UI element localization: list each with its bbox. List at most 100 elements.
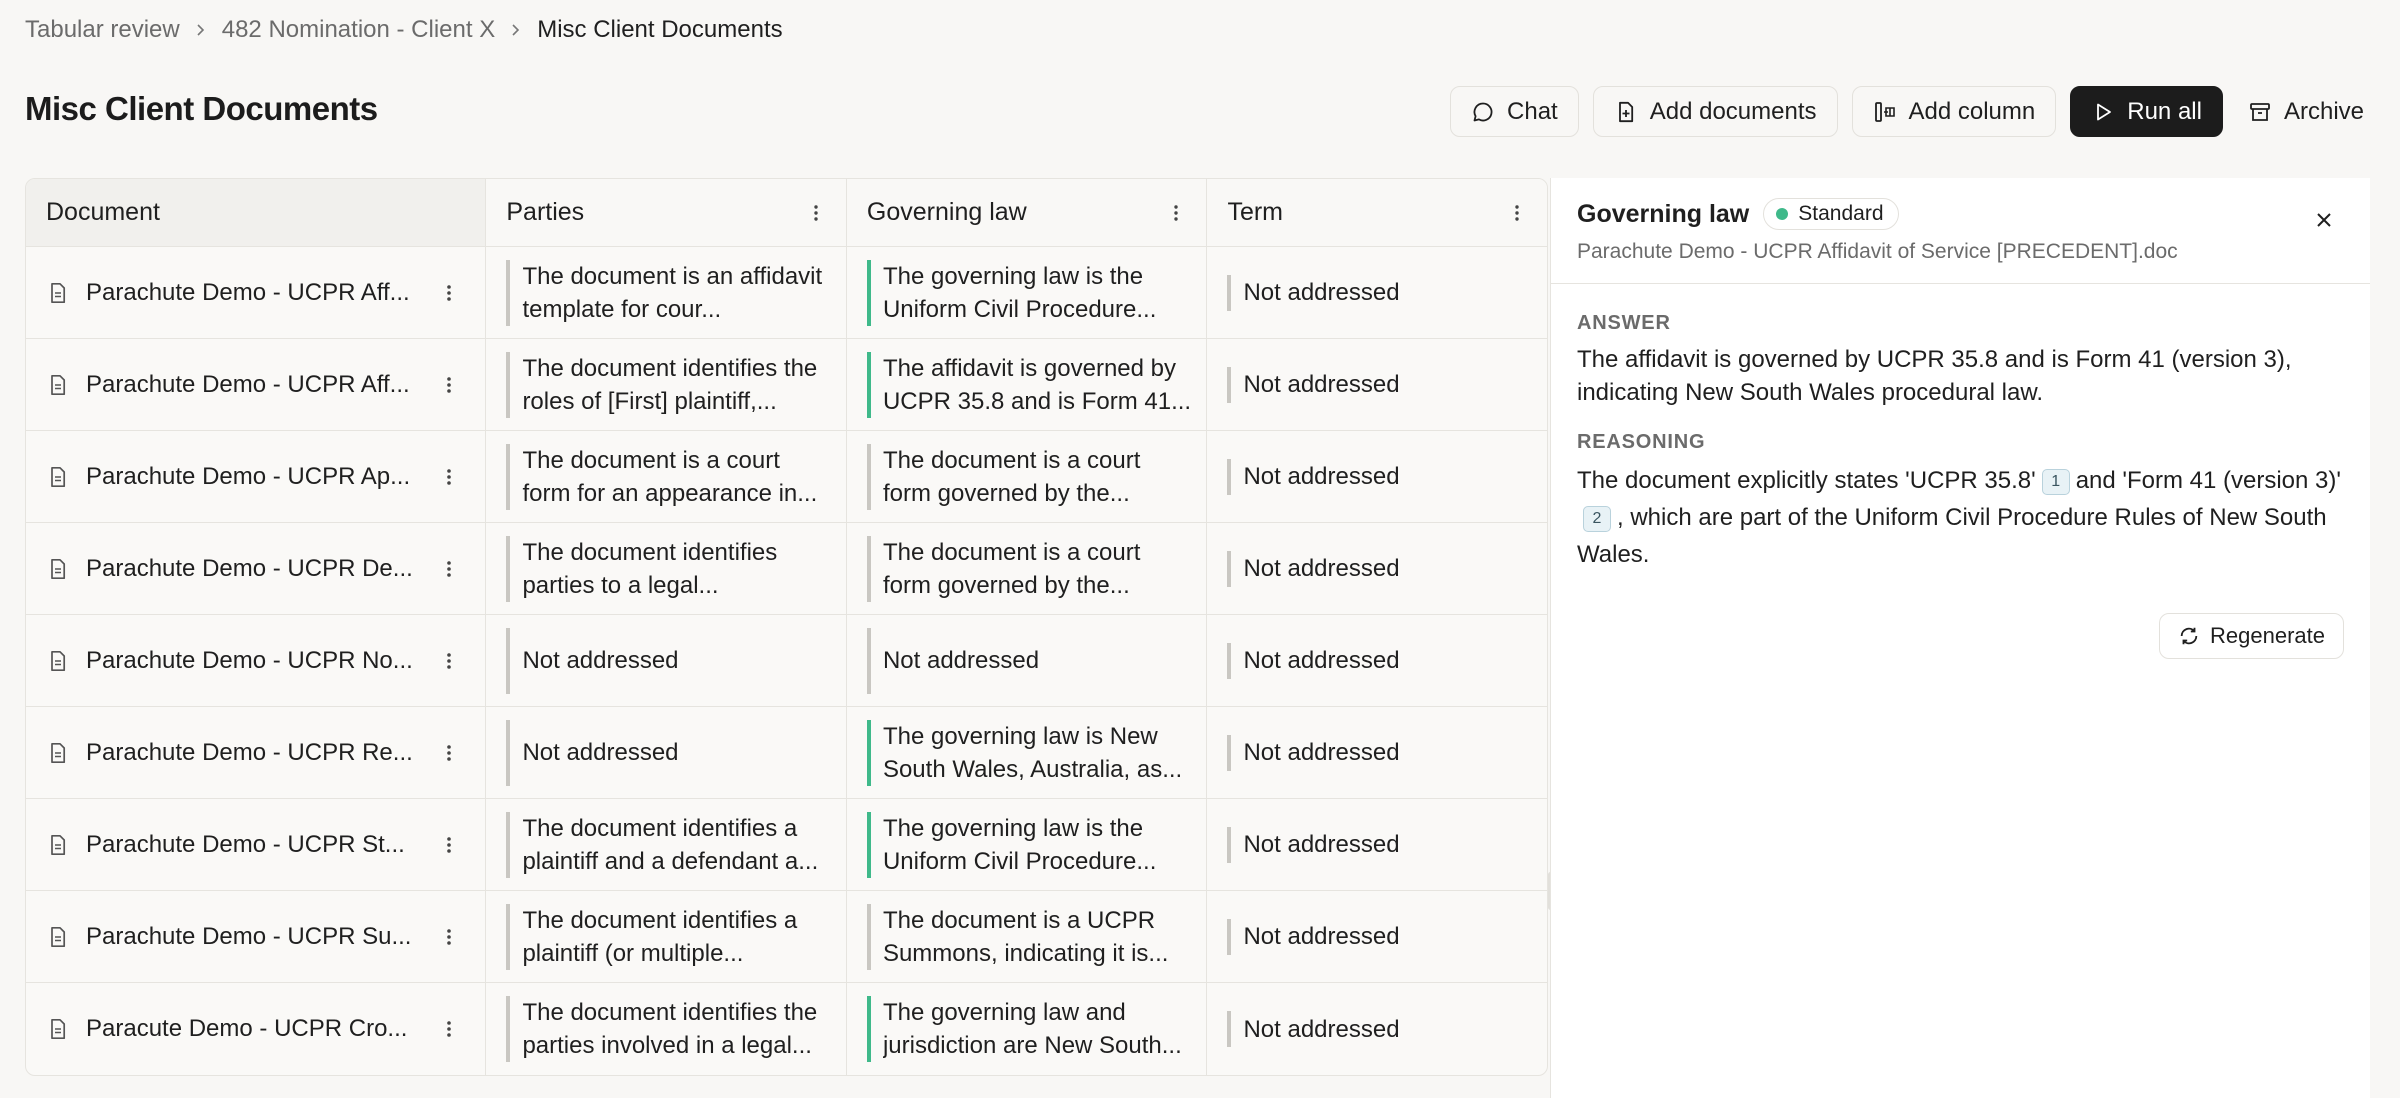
citation-badge[interactable]: 1 [2041, 468, 2070, 495]
term-cell[interactable]: Not addressed [1207, 615, 1547, 706]
add-documents-button[interactable]: Add documents [1592, 86, 1838, 137]
document-name: Parachute Demo - UCPR Aff... [86, 278, 410, 306]
reasoning-text: The document explicitly states 'UCPR 35.… [1577, 462, 2344, 573]
more-vertical-icon[interactable] [438, 834, 460, 856]
cell-text: Not addressed [1243, 555, 1400, 582]
term-cell[interactable]: Not addressed [1207, 983, 1547, 1075]
table-row[interactable]: Parachute Demo - UCPR Aff... The document… [26, 247, 1547, 339]
cell-text: Not addressed [1243, 371, 1400, 398]
parties-cell[interactable]: Not addressed [486, 707, 847, 798]
more-vertical-icon[interactable] [438, 374, 460, 396]
column-header-document[interactable]: Document [26, 179, 487, 246]
document-cell[interactable]: Parachute Demo - UCPR Aff... [26, 339, 487, 430]
panel-body: ANSWER The affidavit is governed by UCPR… [1551, 284, 2370, 687]
document-cell[interactable]: Parachute Demo - UCPR Re... [26, 707, 487, 798]
play-icon [2097, 103, 2112, 120]
document-name: Parachute Demo - UCPR De... [86, 554, 413, 582]
more-vertical-icon[interactable] [438, 742, 460, 764]
cell-text: Not addressed [1243, 831, 1400, 858]
governing-law-cell[interactable]: The governing law is the Uniform Civil P… [847, 799, 1208, 890]
more-vertical-icon[interactable] [438, 650, 460, 672]
governing-law-cell[interactable]: The governing law is New South Wales, Au… [847, 707, 1208, 798]
governing-law-cell[interactable]: The affidavit is governed by UCPR 35.8 a… [847, 339, 1208, 430]
archive-button[interactable]: Archive [2236, 86, 2375, 137]
more-vertical-icon[interactable] [438, 466, 460, 488]
term-cell[interactable]: Not addressed [1207, 247, 1547, 338]
more-vertical-icon[interactable] [438, 926, 460, 948]
parties-cell[interactable]: The document is an affidavit template fo… [486, 247, 847, 338]
document-name: Parachute Demo - UCPR Re... [86, 738, 413, 766]
governing-law-cell[interactable]: The document is a court form governed by… [847, 523, 1208, 614]
table-row[interactable]: Parachute Demo - UCPR De... The document … [26, 523, 1547, 615]
more-vertical-icon[interactable] [438, 558, 460, 580]
governing-law-cell[interactable]: The governing law is the Uniform Civil P… [847, 247, 1208, 338]
more-vertical-icon[interactable] [806, 203, 826, 223]
governing-law-cell[interactable]: Not addressed [847, 615, 1208, 706]
regenerate-button[interactable]: Regenerate [2159, 613, 2344, 659]
run-all-button[interactable]: Run all [2070, 86, 2223, 137]
cell-answer: Not addressed [1227, 918, 1413, 955]
term-cell[interactable]: Not addressed [1207, 891, 1547, 982]
breadcrumb-item-nomination[interactable]: 482 Nomination - Client X [222, 16, 495, 44]
cell-answer: Not addressed [1227, 458, 1413, 495]
term-cell[interactable]: Not addressed [1207, 707, 1547, 798]
document-icon [51, 650, 66, 671]
parties-cell[interactable]: The document identifies the roles of [Fi… [486, 339, 847, 430]
cell-answer: Not addressed [1227, 274, 1413, 311]
document-cell[interactable]: Paracute Demo - UCPR Cro... [26, 983, 487, 1075]
governing-law-cell[interactable]: The governing law and jurisdiction are N… [847, 983, 1208, 1075]
document-cell[interactable]: Parachute Demo - UCPR Su... [26, 891, 487, 982]
chat-button[interactable]: Chat [1450, 86, 1579, 137]
more-vertical-icon[interactable] [438, 282, 460, 304]
governing-law-cell[interactable]: The document is a court form governed by… [847, 431, 1208, 522]
add-column-button[interactable]: Add column [1851, 86, 2057, 137]
parties-cell[interactable]: The document identifies the parties invo… [486, 983, 847, 1075]
column-header-parties[interactable]: Parties [486, 179, 847, 246]
reasoning-label: REASONING [1577, 431, 1706, 453]
governing-law-cell[interactable]: The document is a UCPR Summons, indicati… [847, 891, 1208, 982]
cell-text: Not addressed [522, 739, 679, 766]
column-header-governing-law[interactable]: Governing law [846, 179, 1208, 246]
table-row[interactable]: Parachute Demo - UCPR No... Not addressed… [26, 615, 1547, 707]
term-cell[interactable]: Not addressed [1207, 339, 1547, 430]
table-row[interactable]: Parachute Demo - UCPR Aff... The document… [26, 339, 1547, 431]
parties-cell[interactable]: The document identifies a plaintiff (or … [486, 891, 847, 982]
archive-icon [2250, 102, 2270, 121]
table-row[interactable]: Parachute Demo - UCPR Su... The document … [26, 891, 1547, 983]
table-row[interactable]: Parachute Demo - UCPR Ap... The document … [26, 431, 1547, 523]
cell-answer: The governing law is the Uniform Civil P… [866, 811, 1207, 878]
table-row[interactable]: Parachute Demo - UCPR Re... Not addressed… [26, 707, 1547, 799]
cell-text: The document identifies the roles of [Fi… [522, 354, 818, 415]
file-plus-icon [1618, 101, 1633, 122]
parties-cell[interactable]: Not addressed [486, 615, 847, 706]
document-icon [51, 1018, 66, 1040]
term-cell[interactable]: Not addressed [1207, 523, 1547, 614]
more-vertical-icon[interactable] [438, 1018, 460, 1040]
document-cell[interactable]: Parachute Demo - UCPR De... [26, 523, 487, 614]
document-cell[interactable]: Parachute Demo - UCPR St... [26, 799, 487, 890]
cell-answer: The document identifies a plaintiff (or … [506, 903, 846, 970]
term-cell[interactable]: Not addressed [1207, 431, 1547, 522]
more-vertical-icon[interactable] [1507, 203, 1527, 223]
term-cell[interactable]: Not addressed [1207, 799, 1547, 890]
breadcrumb: Tabular review 482 Nomination - Client X… [25, 14, 783, 46]
document-cell[interactable]: Parachute Demo - UCPR Ap... [26, 431, 487, 522]
document-cell[interactable]: Parachute Demo - UCPR No... [26, 615, 487, 706]
cell-text: Not addressed [882, 647, 1040, 674]
refresh-icon [2180, 627, 2198, 645]
parties-cell[interactable]: The document identifies a plaintiff and … [486, 799, 847, 890]
table-row[interactable]: Parachute Demo - UCPR St... The document … [26, 799, 1547, 891]
column-header-term[interactable]: Term [1207, 179, 1547, 246]
chevron-right-icon [509, 23, 523, 37]
chevron-right-icon [194, 23, 208, 37]
parties-cell[interactable]: The document identifies parties to a leg… [486, 523, 847, 614]
citation-badge[interactable]: 2 [1583, 505, 1611, 532]
document-cell[interactable]: Parachute Demo - UCPR Aff... [26, 247, 487, 338]
close-panel-button[interactable] [2308, 204, 2340, 236]
cell-text: The document is a UCPR Summons, indicati… [882, 906, 1169, 967]
table-row[interactable]: Paracute Demo - UCPR Cro... The document … [26, 983, 1547, 1075]
cell-text: The document is an affidavit template fo… [522, 262, 823, 323]
more-vertical-icon[interactable] [1166, 203, 1186, 223]
breadcrumb-item-tabular-review[interactable]: Tabular review [25, 16, 180, 44]
parties-cell[interactable]: The document is a court form for an appe… [486, 431, 847, 522]
